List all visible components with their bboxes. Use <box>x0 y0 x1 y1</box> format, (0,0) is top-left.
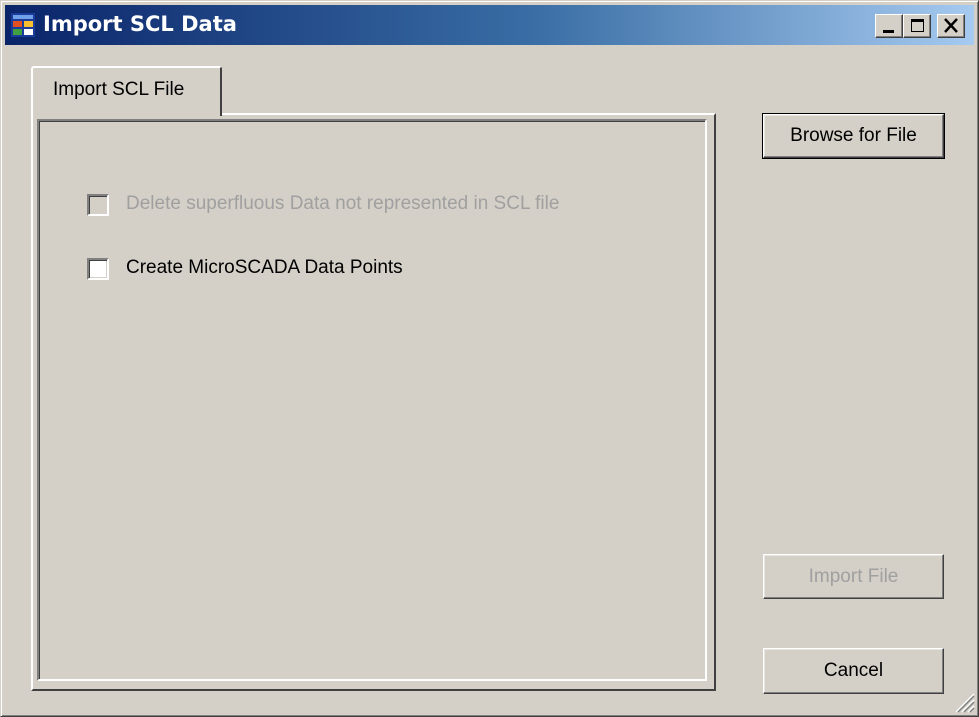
window-title: Import SCL Data <box>43 12 237 36</box>
import-file-button: Import File <box>763 554 944 599</box>
import-scl-dialog: Import SCL Data Import SCL File Delete s <box>0 0 979 717</box>
maximize-icon <box>911 19 924 32</box>
create-points-checkbox[interactable] <box>87 258 109 280</box>
create-points-label[interactable]: Create MicroSCADA Data Points <box>126 257 403 279</box>
tab-import-scl-file[interactable]: Import SCL File <box>31 66 222 116</box>
title-bar[interactable]: Import SCL Data <box>5 5 974 45</box>
tab-label: Import SCL File <box>53 79 185 100</box>
minimize-icon <box>883 30 894 33</box>
minimize-button[interactable] <box>875 14 903 38</box>
delete-superfluous-label: Delete superfluous Data not represented … <box>126 193 560 214</box>
browse-for-file-button[interactable]: Browse for File <box>762 113 945 159</box>
maximize-button[interactable] <box>903 14 931 38</box>
delete-superfluous-checkbox <box>87 194 109 216</box>
close-icon <box>944 18 958 33</box>
app-window-icon[interactable] <box>11 13 35 37</box>
close-button[interactable] <box>937 14 965 38</box>
cancel-button[interactable]: Cancel <box>763 648 944 694</box>
resize-grip-icon[interactable] <box>953 691 975 713</box>
